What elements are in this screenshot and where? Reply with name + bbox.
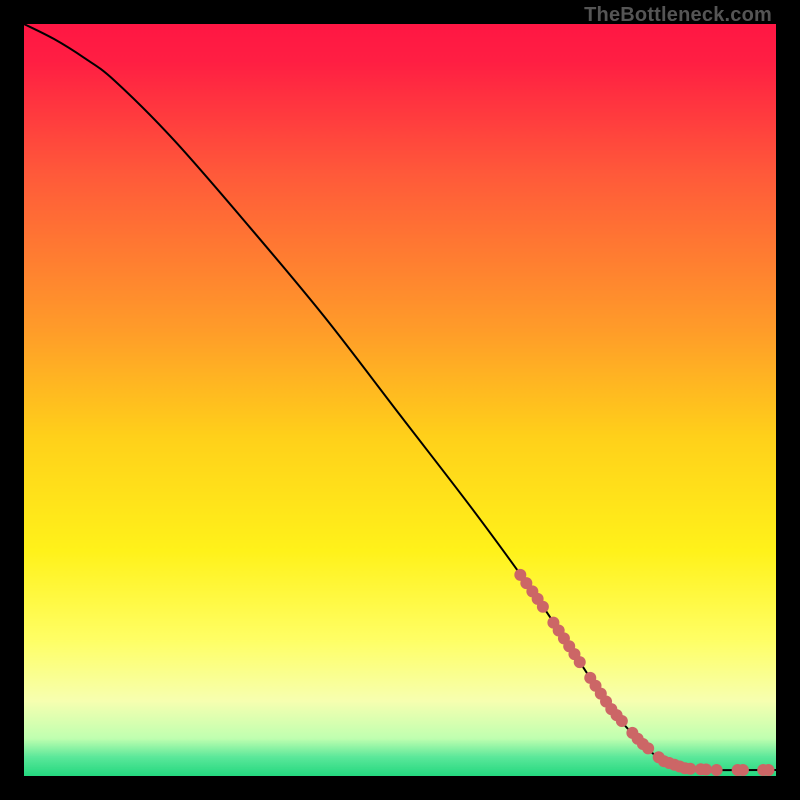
data-marker <box>684 763 696 775</box>
data-marker <box>737 764 749 776</box>
bottleneck-curve <box>24 24 776 770</box>
chart-svg <box>24 24 776 776</box>
chart-frame: TheBottleneck.com <box>0 0 800 800</box>
data-marker <box>616 715 628 727</box>
data-marker <box>711 764 723 776</box>
data-marker <box>700 763 712 775</box>
watermark-text: TheBottleneck.com <box>584 4 772 27</box>
data-marker <box>642 742 654 754</box>
data-marker <box>762 764 774 776</box>
data-marker <box>537 601 549 613</box>
data-marker <box>574 656 586 668</box>
